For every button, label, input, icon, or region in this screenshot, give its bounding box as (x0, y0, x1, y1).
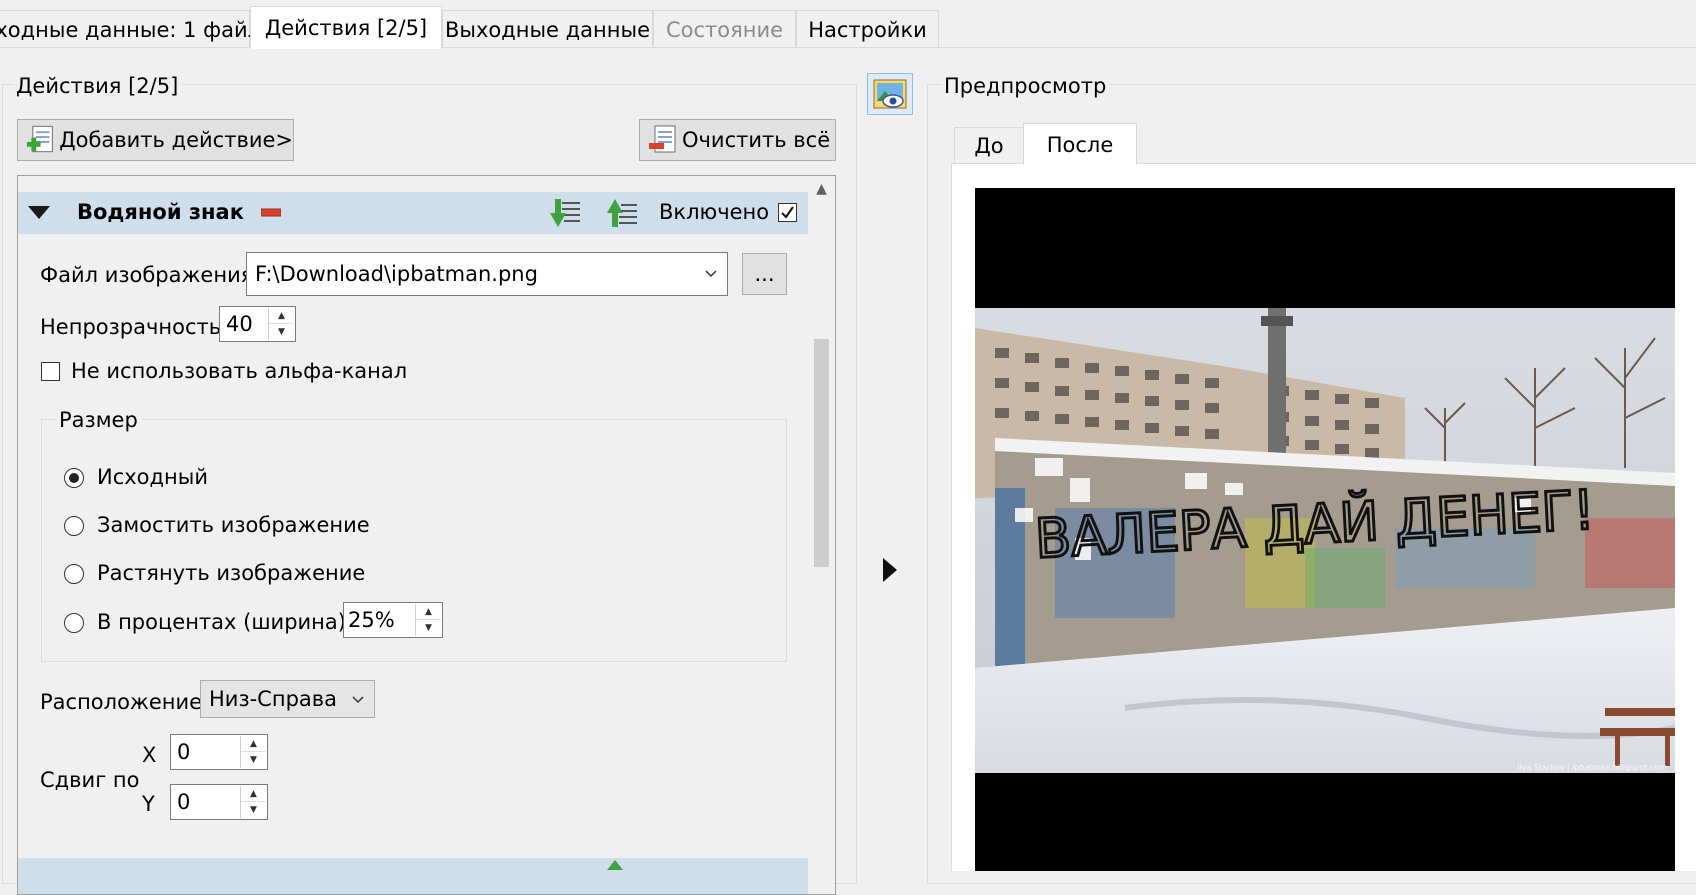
tab-actions[interactable]: Действия [2/5] (250, 6, 442, 49)
offset-x-label: X (142, 743, 157, 767)
tab-status-label: Состояние (665, 17, 784, 42)
remove-action-icon[interactable] (261, 208, 281, 218)
tab-settings-label: Настройки (808, 17, 927, 42)
offset-x-spinbox[interactable]: 0 ▲ ▼ (170, 734, 268, 770)
size-stretch-label: Растянуть изображение (97, 561, 366, 585)
percent-down-icon[interactable]: ▼ (416, 620, 441, 636)
add-action-label: Добавить действие> (59, 128, 293, 152)
image-file-combo[interactable]: F:\Download\ipbatman.png (246, 252, 728, 296)
offset-label: Сдвиг по (40, 768, 140, 792)
enabled-label: Включено (659, 200, 770, 224)
clear-all-label: Очистить всё (682, 128, 831, 152)
browse-button[interactable]: ... (742, 253, 787, 295)
move-up-icon[interactable] (607, 197, 639, 229)
position-value: Низ-Справа (209, 687, 338, 711)
offset-y-down-icon[interactable]: ▼ (241, 802, 266, 818)
offset-y-up-icon[interactable]: ▲ (241, 786, 266, 802)
image-file-label: Файл изображения (40, 263, 254, 287)
chevron-down-icon (352, 696, 364, 704)
photo-caption: Ilya Starkov | ipbatman.blogspot.com (1517, 763, 1667, 772)
collapse-panel-arrow-icon[interactable] (883, 558, 897, 582)
tab-output-label: Выходные данные (444, 17, 651, 42)
opacity-spinbox[interactable]: 40 ▲ ▼ (219, 306, 296, 342)
scroll-thumb[interactable] (814, 339, 829, 567)
preview-canvas: ВАЛЕРА ДАЙ ДЕНЕГ! Ilya Starkov | ipbatma… (975, 188, 1675, 871)
offset-y-stepper[interactable]: ▲ ▼ (240, 786, 266, 818)
next-action-header (18, 858, 809, 894)
move-down-icon[interactable] (550, 197, 582, 229)
preview-photo: ВАЛЕРА ДАЙ ДЕНЕГ! Ilya Starkov | ipbatma… (975, 308, 1675, 773)
size-stretch-radio[interactable] (64, 564, 84, 584)
tab-input[interactable]: Входные данные: 1 файл (0, 10, 261, 48)
watermark-action-header: Водяной знак Включено (18, 192, 809, 234)
preview-group-title: Предпросмотр (940, 74, 1111, 98)
percent-value: 25% (348, 608, 395, 632)
opacity-up-icon[interactable]: ▲ (269, 308, 294, 324)
tab-settings[interactable]: Настройки (796, 10, 939, 48)
no-alpha-checkbox[interactable] (41, 362, 60, 381)
enabled-checkbox[interactable] (778, 203, 797, 222)
preview-toggle-button[interactable] (867, 73, 913, 115)
action-list-scrollbar[interactable]: ▲ (808, 176, 835, 894)
offset-y-label: Y (142, 792, 155, 816)
size-tile-radio[interactable] (64, 516, 84, 536)
add-action-button[interactable]: Добавить действие> (17, 119, 294, 161)
offset-x-up-icon[interactable]: ▲ (241, 736, 266, 752)
main-tab-bar: Входные данные: 1 файл Действия [2/5] Вы… (0, 0, 1696, 49)
percent-up-icon[interactable]: ▲ (416, 604, 441, 620)
tab-output[interactable]: Выходные данные (442, 10, 653, 48)
preview-tab-after[interactable]: После (1023, 123, 1137, 165)
offset-x-value: 0 (177, 740, 191, 764)
position-label: Расположение (40, 690, 203, 714)
size-percent-radio[interactable] (64, 613, 84, 633)
image-file-value: F:\Download\ipbatman.png (255, 262, 538, 286)
offset-x-down-icon[interactable]: ▼ (241, 752, 266, 768)
tab-input-label: Входные данные: 1 файл (0, 17, 262, 42)
scroll-up-icon[interactable]: ▲ (808, 176, 835, 202)
offset-x-stepper[interactable]: ▲ ▼ (240, 736, 266, 768)
checkmark-icon (781, 206, 794, 219)
percent-spinbox[interactable]: 25% ▲ ▼ (343, 602, 443, 638)
tab-status[interactable]: Состояние (653, 10, 796, 48)
preview-tab-before-label: До (974, 134, 1004, 158)
opacity-value: 40 (226, 312, 253, 336)
size-group-title: Размер (55, 408, 142, 432)
browse-label: ... (754, 262, 775, 286)
tab-actions-label: Действия [2/5] (264, 16, 428, 40)
opacity-stepper[interactable]: ▲ ▼ (268, 308, 294, 340)
percent-stepper[interactable]: ▲ ▼ (415, 604, 441, 636)
preview-tab-after-label: После (1046, 132, 1114, 157)
chevron-down-icon (705, 270, 717, 278)
preview-tab-before[interactable]: До (954, 127, 1024, 164)
position-select[interactable]: Низ-Справа (200, 680, 375, 718)
offset-y-spinbox[interactable]: 0 ▲ ▼ (170, 784, 268, 820)
add-document-icon (26, 125, 53, 153)
no-alpha-label: Не использовать альфа-канал (71, 359, 408, 383)
collapse-triangle-icon[interactable] (28, 206, 50, 220)
opacity-label: Непрозрачность (40, 315, 222, 339)
move-up-icon[interactable] (607, 860, 639, 870)
action-list[interactable]: Водяной знак Включено Файл изображения F… (17, 175, 836, 895)
actions-group-title: Действия [2/5] (12, 74, 183, 98)
watermark-action-title: Водяной знак (77, 200, 244, 224)
clear-document-icon (649, 125, 676, 153)
size-percent-label: В процентах (ширина) (97, 610, 346, 634)
offset-y-value: 0 (177, 790, 191, 814)
size-original-radio[interactable] (64, 468, 84, 488)
size-original-label: Исходный (97, 465, 209, 489)
opacity-down-icon[interactable]: ▼ (269, 324, 294, 340)
clear-all-button[interactable]: Очистить всё (639, 119, 836, 161)
size-tile-label: Замостить изображение (97, 513, 370, 537)
image-preview-icon (873, 79, 907, 109)
